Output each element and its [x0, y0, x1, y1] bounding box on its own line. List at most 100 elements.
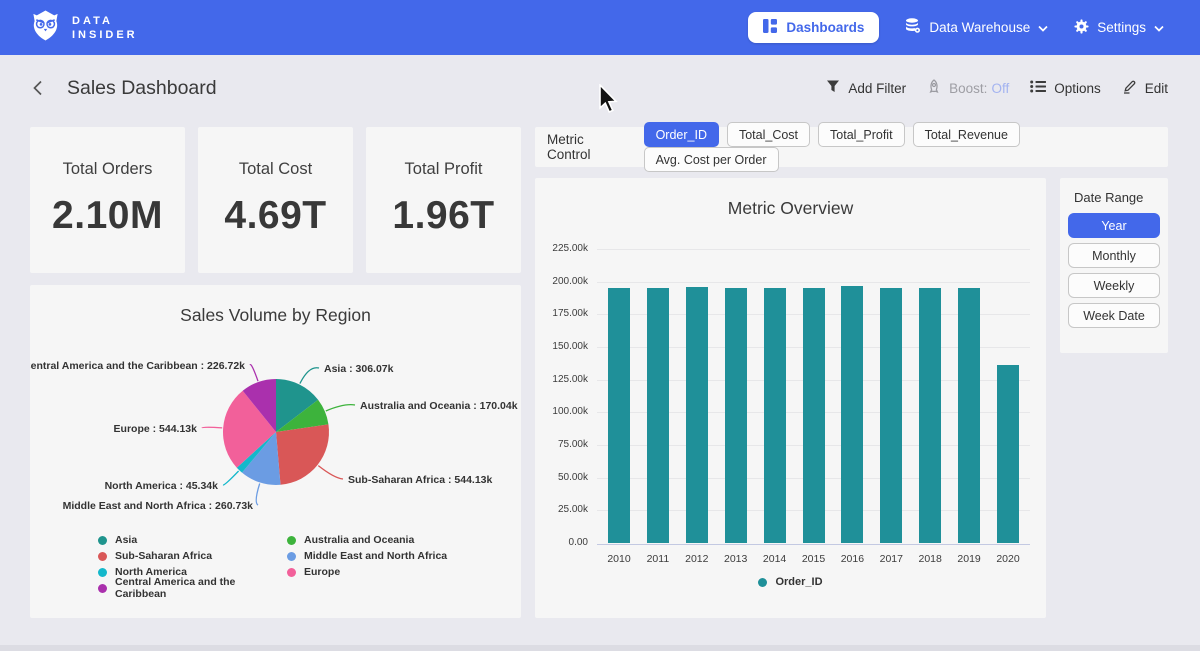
bar-2016[interactable]	[841, 286, 863, 543]
bar-2013[interactable]	[725, 288, 747, 543]
legend-dot	[287, 568, 296, 577]
pie-slice-label: North America : 45.34k	[105, 480, 219, 492]
chevron-down-icon	[1154, 20, 1164, 35]
bar-chart[interactable]: 225.00k200.00k175.00k150.00k125.00k100.0…	[535, 178, 1046, 618]
pie-leader-line	[300, 368, 319, 384]
bar-chart-card: Metric Overview 225.00k200.00k175.00k150…	[535, 178, 1046, 618]
bar-2018[interactable]	[919, 288, 941, 543]
pie-slice-label: Australia and Oceania : 170.04k	[360, 400, 518, 412]
legend-dot	[287, 552, 296, 561]
pie-leader-line	[223, 471, 239, 485]
y-axis-tick: 75.00k	[538, 439, 588, 450]
pie-legend: AsiaSub-Saharan AfricaNorth AmericaCentr…	[98, 532, 447, 596]
y-axis-tick: 25.00k	[538, 504, 588, 515]
legend-item-europe[interactable]: Europe	[287, 564, 447, 580]
x-axis-tick: 2010	[599, 553, 639, 565]
legend-label: Sub-Saharan Africa	[115, 550, 212, 562]
pie-slice-sub-saharan-africa[interactable]	[276, 424, 329, 484]
x-axis-tick: 2020	[988, 553, 1028, 565]
legend-label: Asia	[115, 534, 137, 546]
bar-2012[interactable]	[686, 287, 708, 544]
bar-2010[interactable]	[608, 288, 630, 544]
pie-leader-line	[256, 484, 259, 506]
legend-label: Middle East and North Africa	[304, 550, 447, 562]
legend-item-australia-and-oceania[interactable]: Australia and Oceania	[287, 532, 447, 548]
brand-name: DATA INSIDER	[72, 14, 138, 42]
kpi-value: 4.69T	[198, 194, 353, 238]
legend-dot	[98, 552, 107, 561]
bar-2015[interactable]	[803, 288, 825, 543]
legend-item-middle-east-and-north-africa[interactable]: Middle East and North Africa	[287, 548, 447, 564]
date-range-button-week-date[interactable]: Week Date	[1068, 303, 1160, 328]
legend-dot	[98, 536, 107, 545]
kpi-value: 1.96T	[366, 194, 521, 238]
metric-control-bar: Metric Control Order_IDTotal_CostTotal_P…	[535, 127, 1168, 167]
legend-label: Order_ID	[775, 576, 822, 588]
metric-button-avg-cost-per-order[interactable]: Avg. Cost per Order	[644, 147, 779, 172]
legend-dot	[287, 536, 296, 545]
kpi-label: Total Orders	[30, 160, 185, 179]
metric-button-total-profit[interactable]: Total_Profit	[818, 122, 905, 147]
pie-leader-line	[326, 405, 355, 411]
options-button[interactable]: Options	[1030, 80, 1101, 96]
kpi-label: Total Cost	[198, 160, 353, 179]
bar-2014[interactable]	[764, 288, 786, 543]
owl-logo-icon	[30, 9, 61, 47]
date-range-button-monthly[interactable]: Monthly	[1068, 243, 1160, 268]
pie-slice-label: Middle East and North Africa : 260.73k	[63, 500, 254, 512]
y-axis-tick: 150.00k	[538, 341, 588, 352]
metric-button-total-cost[interactable]: Total_Cost	[727, 122, 810, 147]
kpi-value: 2.10M	[30, 194, 185, 238]
bar-2017[interactable]	[880, 288, 902, 544]
pencil-icon	[1122, 79, 1137, 97]
legend-item-asia[interactable]: Asia	[98, 532, 287, 548]
edit-button[interactable]: Edit	[1122, 79, 1168, 97]
x-axis-tick: 2016	[832, 553, 872, 565]
kpi-card-total-orders: Total Orders 2.10M	[30, 127, 185, 273]
bar-2020[interactable]	[997, 365, 1019, 543]
chevron-down-icon	[1038, 20, 1048, 35]
legend-label: Central America and the Caribbean	[115, 576, 287, 600]
boost-toggle[interactable]: Boost: Off	[927, 79, 1009, 97]
back-button[interactable]	[32, 80, 43, 96]
nav-data-warehouse-label: Data Warehouse	[929, 20, 1030, 35]
date-range-button-year[interactable]: Year	[1068, 213, 1160, 238]
rocket-icon	[927, 79, 941, 97]
y-axis-tick: 200.00k	[538, 276, 588, 287]
pie-leader-line	[318, 466, 343, 479]
kpi-card-total-profit: Total Profit 1.96T	[366, 127, 521, 273]
legend-dot	[98, 568, 107, 577]
nav-settings[interactable]: Settings	[1074, 19, 1164, 37]
page-title: Sales Dashboard	[67, 77, 217, 100]
nav-settings-label: Settings	[1097, 20, 1146, 35]
metric-control-label: Metric Control	[547, 132, 631, 162]
top-navigation-bar: DATA INSIDER Dashboards	[0, 0, 1200, 55]
nav-dashboards-button[interactable]: Dashboards	[748, 12, 879, 43]
page-header: Sales Dashboard Add Filter Boost: Off	[0, 55, 1200, 121]
bar-2019[interactable]	[958, 288, 980, 543]
x-axis-tick: 2015	[794, 553, 834, 565]
metric-button-total-revenue[interactable]: Total_Revenue	[913, 122, 1020, 147]
x-axis-tick: 2012	[677, 553, 717, 565]
x-axis-line	[597, 544, 1030, 545]
pie-slice-label: Central America and the Caribbean : 226.…	[30, 360, 245, 372]
bottom-strip	[0, 645, 1200, 651]
date-range-button-group: Year Monthly Weekly Week Date	[1068, 213, 1160, 328]
gridline	[597, 249, 1030, 250]
x-axis-tick: 2011	[638, 553, 678, 565]
database-icon	[905, 18, 921, 37]
date-range-button-weekly[interactable]: Weekly	[1068, 273, 1160, 298]
pie-slice-label: Sub-Saharan Africa : 544.13k	[348, 474, 492, 486]
boost-status: Off	[991, 81, 1009, 96]
legend-item-sub-saharan-africa[interactable]: Sub-Saharan Africa	[98, 548, 287, 564]
y-axis-tick: 0.00	[538, 537, 588, 548]
kpi-label: Total Profit	[366, 160, 521, 179]
bar-2011[interactable]	[647, 288, 669, 543]
nav-data-warehouse[interactable]: Data Warehouse	[905, 18, 1048, 37]
legend-label: Australia and Oceania	[304, 534, 414, 546]
add-filter-button[interactable]: Add Filter	[826, 80, 906, 96]
brand-logo: DATA INSIDER	[30, 9, 138, 47]
legend-label: Europe	[304, 566, 340, 578]
legend-item-central-america-and-the-caribbean[interactable]: Central America and the Caribbean	[98, 580, 287, 596]
metric-button-order-id[interactable]: Order_ID	[644, 122, 719, 147]
